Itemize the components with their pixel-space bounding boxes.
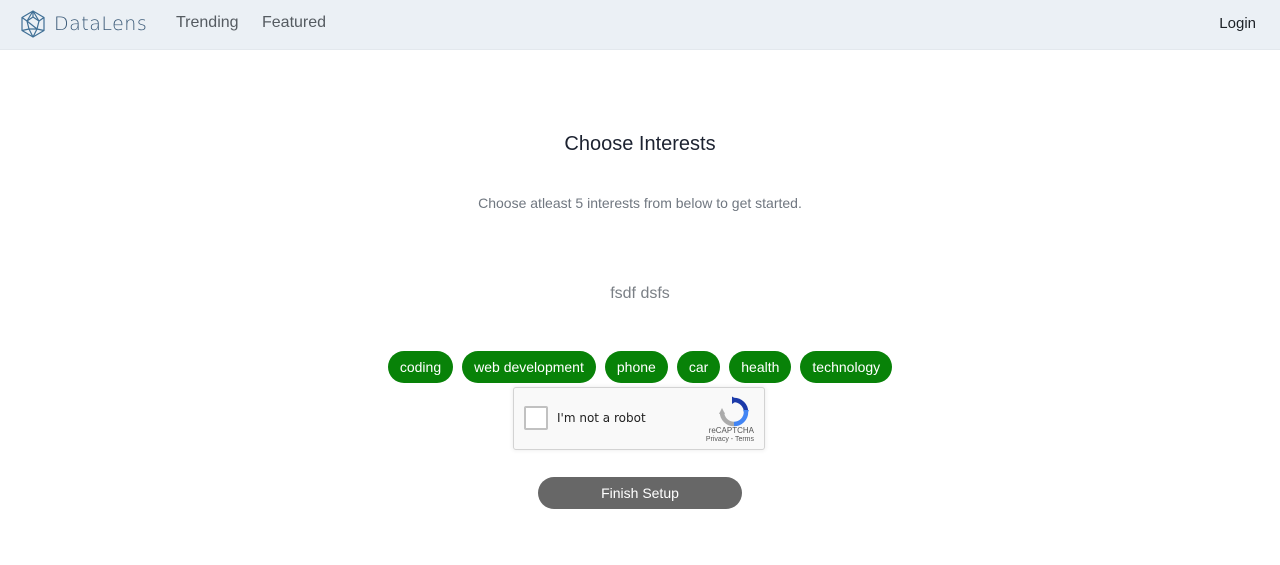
interest-chip-list: coding web development phone car health … xyxy=(0,351,1280,383)
top-navbar: DataLens Trending Featured Login xyxy=(0,0,1280,50)
nav-trending-link[interactable]: Trending xyxy=(176,14,239,32)
finish-setup-button[interactable]: Finish Setup xyxy=(538,477,742,509)
interest-chip-car[interactable]: car xyxy=(676,351,721,383)
interest-chip-phone[interactable]: phone xyxy=(604,351,668,383)
user-display-name: fsdf dsfs xyxy=(610,285,670,302)
interest-chip-health[interactable]: health xyxy=(729,351,792,383)
brand-name: DataLens xyxy=(54,13,148,35)
interest-chip-coding[interactable]: coding xyxy=(387,351,454,383)
brand-link[interactable]: DataLens xyxy=(18,9,147,39)
interest-chip-web-development[interactable]: web development xyxy=(462,351,596,383)
page-title: Choose Interests xyxy=(564,133,716,155)
login-link[interactable]: Login xyxy=(1219,15,1256,32)
recaptcha-checkbox[interactable] xyxy=(524,406,548,430)
recaptcha-privacy-link[interactable]: Privacy xyxy=(706,436,729,443)
recaptcha-terms-link[interactable]: Terms xyxy=(735,436,754,443)
brand-logo-icon xyxy=(18,9,48,39)
recaptcha-widget: I'm not a robot reCAPTCHA Privacy - Term… xyxy=(513,387,765,450)
interest-chip-technology[interactable]: technology xyxy=(800,351,893,383)
recaptcha-links: Privacy - Terms xyxy=(706,436,754,443)
nav-featured-link[interactable]: Featured xyxy=(262,14,326,32)
recaptcha-brand: reCAPTCHA xyxy=(708,426,754,435)
page-subtitle: Choose atleast 5 interests from below to… xyxy=(478,195,802,211)
recaptcha-label: I'm not a robot xyxy=(557,411,646,425)
